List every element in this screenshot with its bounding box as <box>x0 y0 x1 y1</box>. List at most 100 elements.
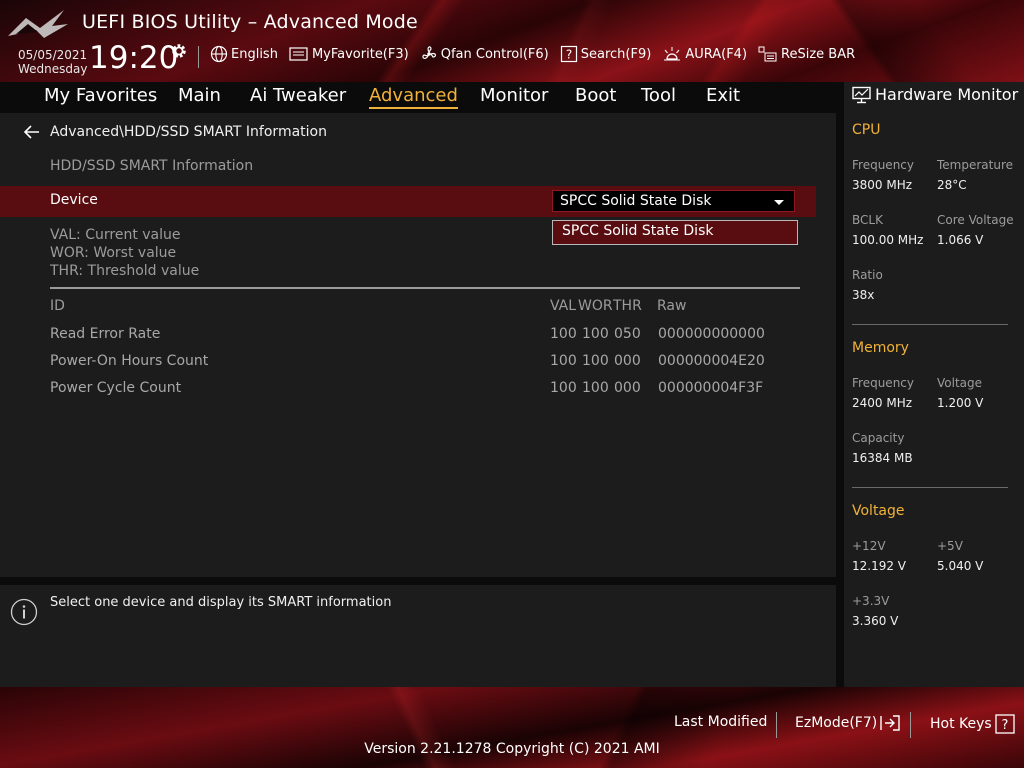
cpu-frequency-label: Frequency <box>852 158 914 172</box>
search-button[interactable]: ? Search(F9) <box>560 45 652 63</box>
v5-label: +5V <box>937 539 963 553</box>
help-text: Select one device and display its SMART … <box>50 595 392 610</box>
cpu-frequency-value: 3800 MHz <box>852 178 913 192</box>
smart-val: 100 <box>550 380 577 396</box>
v5-value: 5.040 V <box>937 559 984 573</box>
tab-boot[interactable]: Boot <box>575 85 616 106</box>
resize-bar-button[interactable]: ReSize BAR <box>758 45 855 63</box>
device-row[interactable]: Device SPCC Solid State Disk <box>0 186 816 217</box>
device-label: Device <box>50 192 98 208</box>
legend-thr: THR: Threshold value <box>50 263 200 279</box>
smart-raw: 000000000000 <box>658 326 765 342</box>
info-icon <box>10 598 38 626</box>
voltage-section-title: Voltage <box>852 503 905 519</box>
language-button[interactable]: English <box>210 45 278 63</box>
resize-bar-label: ReSize BAR <box>781 46 856 62</box>
core-voltage-label: Core Voltage <box>937 213 1014 227</box>
hardware-monitor-panel: Hardware Monitor CPU Frequency Temperatu… <box>844 82 1024 687</box>
date-display: 05/05/2021 Wednesday <box>18 48 87 76</box>
smart-thr: 000 <box>614 353 641 369</box>
smart-attribute-name: Read Error Rate <box>50 326 161 342</box>
toolbar-divider <box>198 46 199 68</box>
myfavorite-label: MyFavorite(F3) <box>311 46 409 62</box>
aura-label: AURA(F4) <box>685 46 748 62</box>
bclk-label: BCLK <box>852 213 883 227</box>
search-label: Search(F9) <box>580 46 652 62</box>
tab-exit[interactable]: Exit <box>706 85 740 106</box>
date-text: 05/05/2021 <box>18 48 88 62</box>
device-select[interactable]: SPCC Solid State Disk <box>552 190 795 212</box>
myfavorite-button[interactable]: MyFavorite(F3) <box>289 45 409 63</box>
svg-text:?: ? <box>566 48 572 62</box>
memory-voltage-value: 1.200 V <box>937 396 984 410</box>
smart-thr: 050 <box>614 326 641 342</box>
hot-keys-label: Hot Keys <box>930 716 992 732</box>
table-divider <box>50 287 800 289</box>
table-row: Read Error Rate 100 100 050 000000000000 <box>0 326 836 353</box>
gear-icon[interactable] <box>170 42 188 60</box>
hardware-monitor-label: Hardware Monitor <box>875 85 1019 104</box>
memory-section-title: Memory <box>852 340 909 356</box>
qfan-control-button[interactable]: Qfan Control(F6) <box>420 45 549 63</box>
main-panel: Advanced\HDD/SSD SMART Information HDD/S… <box>0 113 836 577</box>
last-modified-button[interactable]: Last Modified <box>674 714 767 730</box>
smart-wor: 100 <box>582 326 609 342</box>
memory-frequency-label: Frequency <box>852 376 914 390</box>
back-arrow-icon[interactable] <box>24 125 40 139</box>
cpu-temperature-value: 28°C <box>937 178 967 192</box>
smart-thr: 000 <box>614 380 641 396</box>
device-dropdown-option[interactable]: SPCC Solid State Disk <box>552 220 798 245</box>
v33-label: +3.3V <box>852 594 890 608</box>
memory-frequency-value: 2400 MHz <box>852 396 913 410</box>
value-legend: VAL: Current value WOR: Worst value THR:… <box>50 226 199 280</box>
capacity-value: 16384 MB <box>852 451 913 465</box>
smart-val: 100 <box>550 353 577 369</box>
smart-val: 100 <box>550 326 577 342</box>
qfan-label: Qfan Control(F6) <box>440 46 549 62</box>
tab-ai-tweaker[interactable]: Ai Tweaker <box>250 85 346 106</box>
svg-text:?: ? <box>1001 718 1008 733</box>
breadcrumb-path: Advanced\HDD/SSD SMART Information <box>50 124 327 140</box>
version-text: Version 2.21.1278 Copyright (C) 2021 AMI <box>364 741 660 757</box>
section-divider <box>852 324 1008 325</box>
globe-icon <box>210 45 228 63</box>
smart-attribute-name: Power Cycle Count <box>50 380 182 396</box>
ratio-label: Ratio <box>852 268 883 282</box>
footer-divider <box>910 712 911 738</box>
ezmode-button[interactable]: EzMode(F7) <box>795 714 901 732</box>
monitor-icon <box>852 86 871 103</box>
tab-main[interactable]: Main <box>178 85 221 106</box>
aura-icon <box>664 47 681 61</box>
main-nav: My Favorites Main Ai Tweaker Advanced Mo… <box>0 82 838 111</box>
help-panel: Select one device and display its SMART … <box>0 585 836 687</box>
help-question-icon: ? <box>995 714 1015 734</box>
device-select-value: SPCC Solid State Disk <box>560 193 712 209</box>
resize-bar-icon <box>758 46 777 62</box>
tab-monitor[interactable]: Monitor <box>480 85 548 106</box>
smart-attribute-name: Power-On Hours Count <box>50 353 209 369</box>
clock-time: 19:20 <box>89 40 179 76</box>
column-header-val: VAL <box>550 298 577 314</box>
v33-value: 3.360 V <box>852 614 899 628</box>
bclk-value: 100.00 MHz <box>852 233 924 247</box>
legend-val: VAL: Current value <box>50 227 181 243</box>
column-header-wor: WOR <box>578 298 613 314</box>
smart-wor: 100 <box>582 353 609 369</box>
favorite-icon <box>289 47 308 61</box>
aura-button[interactable]: AURA(F4) <box>662 45 747 63</box>
search-icon: ? <box>560 45 577 63</box>
app-title: UEFI BIOS Utility – Advanced Mode <box>82 11 418 33</box>
top-toolbar: English MyFavorite(F3) Qfan Control(F6) … <box>210 45 866 63</box>
column-header-raw: Raw <box>657 298 687 314</box>
weekday-text: Wednesday <box>18 62 88 76</box>
exit-arrow-icon <box>880 715 900 731</box>
tab-tool[interactable]: Tool <box>641 85 676 106</box>
tab-advanced[interactable]: Advanced <box>369 85 458 109</box>
hot-keys-button[interactable]: Hot Keys ? <box>930 714 1015 734</box>
smart-raw: 000000004E20 <box>658 353 765 369</box>
chevron-down-icon <box>774 200 784 205</box>
column-header-thr: THR <box>613 298 642 314</box>
v12-value: 12.192 V <box>852 559 907 573</box>
smart-wor: 100 <box>582 380 609 396</box>
tab-my-favorites[interactable]: My Favorites <box>44 85 157 106</box>
